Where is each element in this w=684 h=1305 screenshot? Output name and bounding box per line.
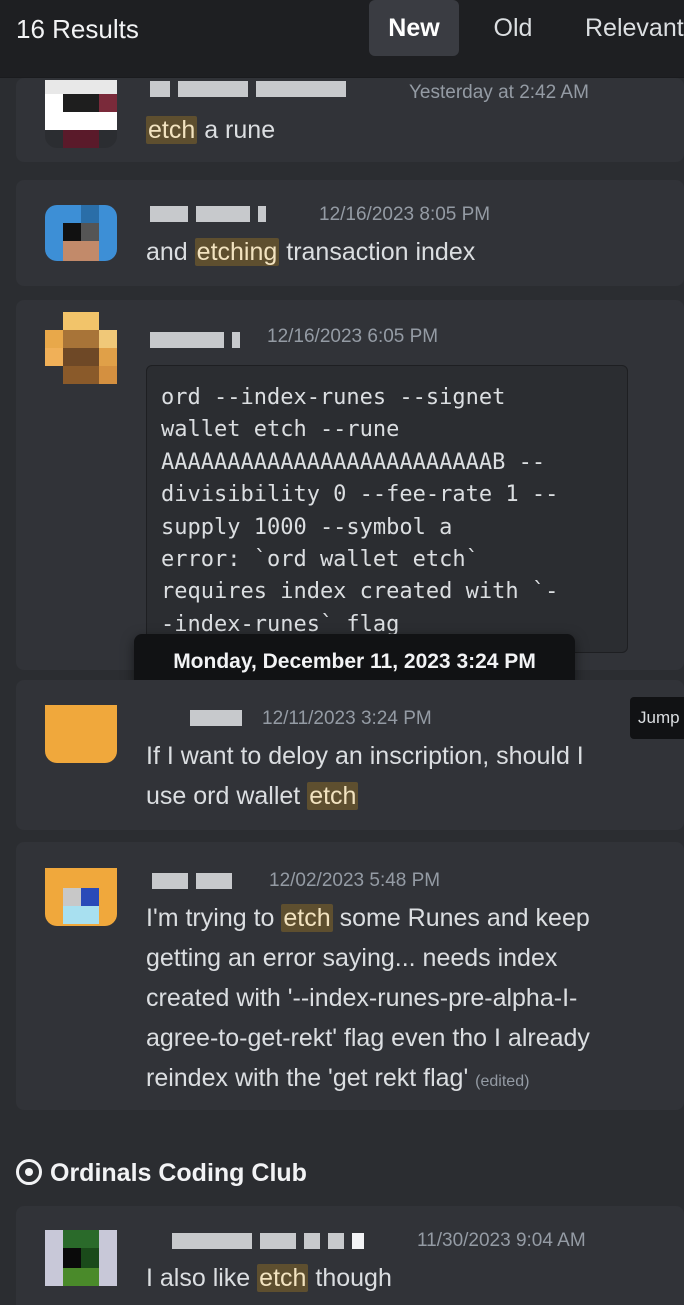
avatar[interactable] [45,312,117,384]
edited-label: (edited) [475,1073,530,1090]
channel-header[interactable]: Ordinals Coding Club [16,1155,307,1191]
avatar[interactable] [45,868,117,926]
username[interactable] [172,1232,372,1250]
message-timestamp: 12/16/2023 6:05 PM [267,326,439,347]
message-content: etch a rune [146,116,276,144]
username[interactable] [190,709,250,727]
search-highlight: etch [281,904,333,932]
username[interactable] [150,205,274,223]
avatar[interactable] [45,80,117,148]
forum-icon [16,1159,42,1185]
message-timestamp: Yesterday at 2:42 AM [409,82,589,103]
channel-name: Ordinals Coding Club [50,1159,307,1187]
message-content: I also like etch though [146,1264,392,1292]
message-line: agree-to-get-rekt' flag even tho I alrea… [146,1024,590,1052]
message-content: If I want to deloy an inscription, shoul… [146,736,584,816]
avatar[interactable] [45,705,117,763]
avatar[interactable] [45,205,117,261]
search-highlight: etching [194,238,280,266]
message-line: getting an error saying... needs index [146,944,558,972]
message-timestamp: 11/30/2023 9:04 AM [417,1230,586,1251]
code-text: ord --index-runes --signet wallet etch -… [161,385,559,637]
message-line: If I want to deloy an inscription, shoul… [146,742,584,770]
message-timestamp: 12/16/2023 8:05 PM [319,204,491,225]
message-line: created with '--index-runes-pre-alpha-I- [146,984,578,1012]
search-highlight: etch [146,116,198,144]
tab-relevant[interactable]: Relevant [572,0,684,56]
message-content: and etching transaction index [146,238,476,266]
username[interactable] [150,331,248,349]
message-timestamp: 12/11/2023 3:24 PM [262,708,432,729]
username[interactable] [152,872,240,890]
tab-new[interactable]: New [369,0,459,56]
message-line: I'm trying to etch some Runes and keep [146,904,590,932]
message-line: reindex with the 'get rekt flag' (edited… [146,1064,530,1092]
tab-old[interactable]: Old [478,0,548,56]
message-timestamp: 12/02/2023 5:48 PM [269,870,441,891]
results-count: 16 Results [16,14,139,44]
results-header: 16 Results New Old Relevant [0,0,684,78]
jump-button[interactable]: Jump [630,697,684,739]
search-highlight: etch [257,1264,309,1292]
username[interactable] [150,80,354,98]
search-highlight: etch [307,782,359,810]
code-block: ord --index-runes --signet wallet etch -… [146,365,628,653]
message-content: I'm trying to etch some Runes and keep g… [146,898,590,1102]
message-line: use ord wallet etch [146,782,359,810]
avatar[interactable] [45,1230,117,1286]
